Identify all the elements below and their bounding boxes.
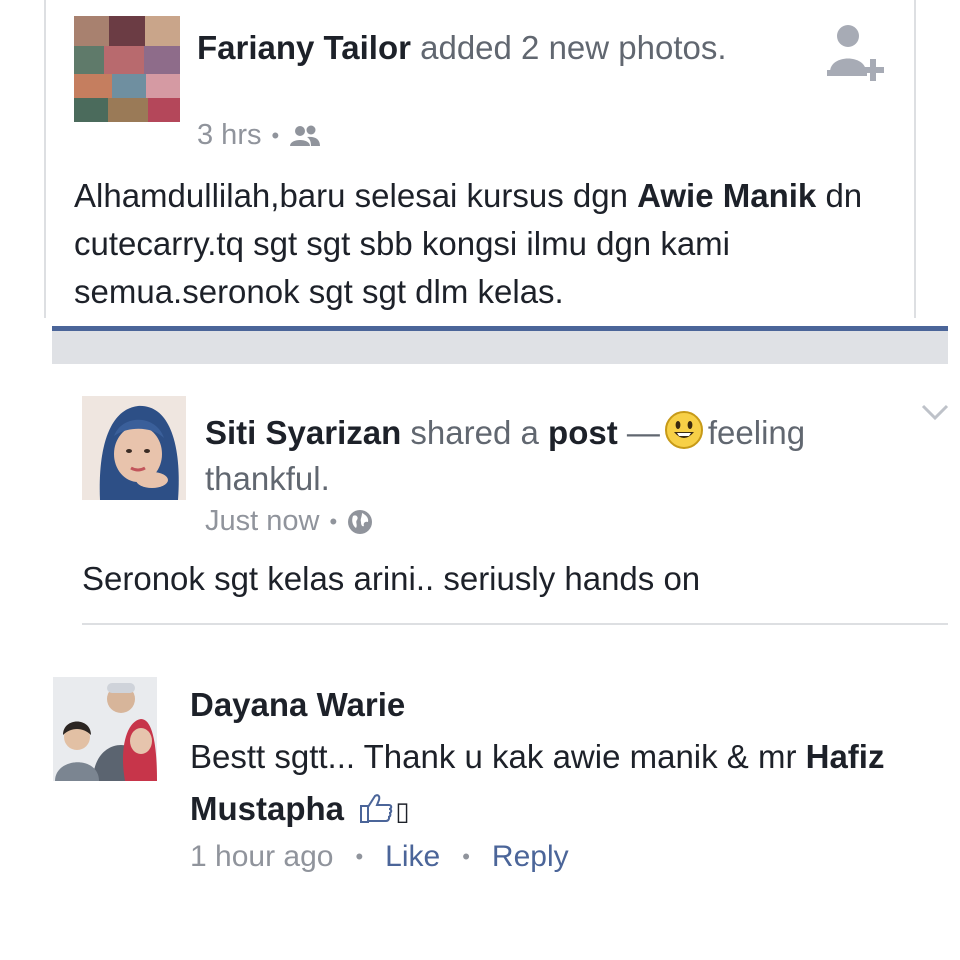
comment-text: Bestt sgtt... Thank u kak awie manik & m… [190,731,890,837]
commenter-avatar[interactable] [53,677,157,781]
globe-icon[interactable] [347,509,373,535]
thumbs-up-icon [360,794,393,823]
post-header: Fariany Tailor added 2 new photos. [197,24,797,71]
card-border-right [914,0,916,318]
add-friend-icon[interactable] [824,22,886,88]
comment-body: Bestt sgtt... Thank u kak awie manik & m… [190,738,806,775]
post-time[interactable]: 3 hrs [197,119,261,152]
smiley-icon [664,411,703,449]
section-separator [52,331,948,364]
post-meta: 3 hrs • [197,119,321,152]
comment-author[interactable]: Dayana Warie [190,686,405,724]
post-action: added 2 new photos. [420,29,727,66]
like-button[interactable]: Like [385,840,440,874]
action-separator: • [462,844,470,869]
chevron-down-icon[interactable] [920,402,950,422]
unknown-glyph: ▯ [395,796,410,826]
post-body-text: Alhamdullilah,baru selesai kursus dgn [74,177,638,214]
post-action: shared a [410,414,539,451]
post-author[interactable]: Siti Syarizan [205,414,401,451]
comment-divider [82,623,948,625]
tagged-user[interactable]: Awie Manik [637,177,816,214]
reply-button[interactable]: Reply [492,840,569,874]
meta-separator: • [271,122,280,148]
post-header: Siti Syarizan shared a post — feeling th… [205,410,895,502]
friends-icon[interactable] [289,124,321,148]
post-time[interactable]: Just now [205,505,319,538]
meta-separator: • [329,508,338,534]
post-meta: Just now • [205,505,373,538]
header-dash: — [626,414,660,451]
card-border-left [44,0,46,318]
page-avatar[interactable] [74,16,180,122]
post-body: Alhamdullilah,baru selesai kursus dgn Aw… [74,172,904,316]
author-avatar[interactable] [82,396,186,500]
action-separator: • [355,844,364,869]
shared-post-link[interactable]: post [548,414,618,451]
post-author[interactable]: Fariany Tailor [197,29,411,66]
post-body: Seronok sgt kelas arini.. seriusly hands… [82,560,701,597]
comment-actions: 1 hour ago • Like • Reply [190,840,569,874]
comment-time[interactable]: 1 hour ago [190,840,333,874]
